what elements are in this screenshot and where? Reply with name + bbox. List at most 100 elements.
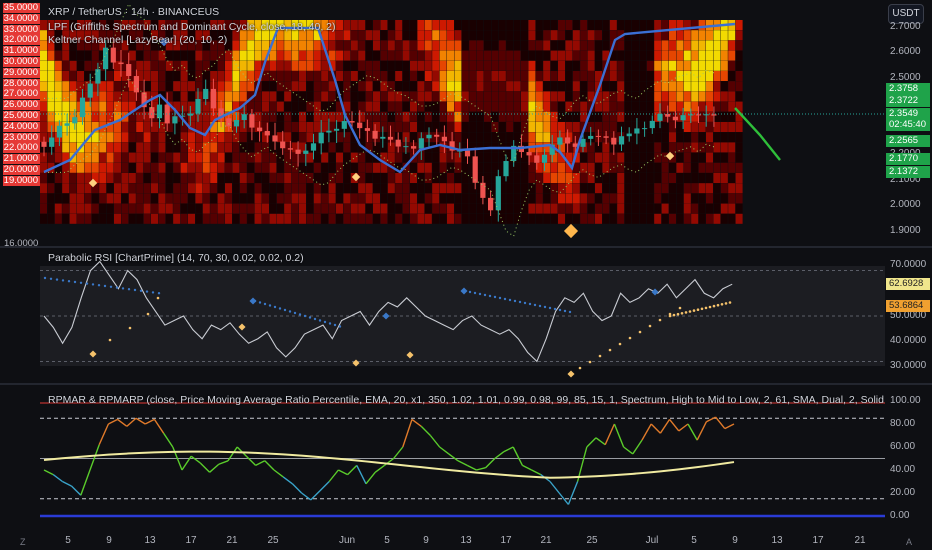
candle-body (72, 117, 78, 124)
price-label: 2.1770 (886, 153, 930, 165)
sar-dot-blue (568, 310, 572, 314)
rpmar-ma (43, 450, 735, 479)
sar-dot-blue (488, 294, 492, 298)
sar-dot (680, 312, 684, 315)
sar-dot (728, 301, 732, 304)
candle-body (541, 154, 548, 163)
rpmar-legend[interactable]: RPMAR & RPMARP (close, Price Moving Aver… (48, 394, 884, 406)
sar-dot-blue (548, 306, 552, 310)
ladder-label: 24.0000 (3, 120, 40, 132)
rpmar-line (199, 462, 211, 473)
rpmar-axis[interactable]: 100.00 80.00 60.00 40.00 20.00 0.00 (884, 386, 932, 532)
sar-dot (696, 308, 700, 311)
candle-body (503, 161, 509, 177)
corner-left-label[interactable]: Z (20, 537, 26, 547)
price-label: 2.3758 (886, 83, 930, 95)
sar-dot (684, 311, 688, 314)
rpmar-line (641, 423, 652, 441)
price-label: 2.1372 (886, 166, 930, 178)
candle-body (434, 134, 440, 137)
sar-dot (700, 307, 704, 311)
rpmar-line (623, 446, 634, 455)
sar-dot (598, 354, 602, 358)
sar-dot-blue (263, 302, 267, 306)
corner-right-label[interactable]: A (906, 537, 912, 547)
time-tick: 9 (106, 535, 112, 546)
ladder-label: 28.0000 (3, 77, 40, 89)
rpmar-line (411, 418, 422, 427)
sar-dot-blue (498, 296, 502, 300)
candle-body (295, 149, 301, 154)
symbol-title[interactable]: XRP / TetherUS · 14h · BINANCEUS (48, 6, 219, 18)
price-axis[interactable]: 2.70002.60002.50002.40002.30002.20002.10… (884, 0, 932, 246)
ladder-label: 23.0000 (3, 131, 40, 143)
rpmar-tick: 40.00 (890, 464, 916, 475)
time-tick: 5 (384, 535, 390, 546)
rpmar-line (696, 421, 708, 441)
sar-dot (708, 305, 712, 309)
rpmar-line (117, 418, 128, 427)
rpmar-line (503, 446, 514, 453)
rpmar-line (402, 419, 413, 448)
rpmar-line (356, 465, 367, 485)
rpmar-line (264, 460, 275, 471)
candle-body (303, 150, 309, 154)
sar-dot-blue (139, 289, 143, 292)
rsi-axis[interactable]: 70.0000 50.0000 40.0000 30.0000 62.6928 53.68… (884, 248, 932, 382)
ladder-label: 32.0000 (3, 34, 40, 46)
indicator-lpf-legend[interactable]: LPF (Griffiths Spectrum and Dominant Cyc… (48, 21, 336, 33)
sar-dot-blue (97, 284, 101, 287)
main-price-pane[interactable]: 35.0000 34.0000 33.0000 32.0000 31.0000 30.00… (0, 0, 932, 249)
candle-body (56, 125, 62, 138)
sar-dot-blue (318, 319, 322, 322)
parabolic-rsi-pane[interactable]: Parabolic RSI [ChartPrime] (14, 70, 30, … (0, 248, 932, 382)
candle-body (695, 114, 702, 116)
ladder-label: 30.0000 (3, 56, 40, 67)
candle-body (649, 120, 655, 129)
sar-dot-blue (258, 301, 262, 304)
sar-dot-blue (528, 302, 532, 306)
sar-dot-blue (67, 280, 71, 283)
rsi-legend[interactable]: Parabolic RSI [ChartPrime] (14, 70, 30, … (48, 252, 304, 264)
time-axis[interactable]: 5 9 13 17 21 25 Jun 5 9 13 17 21 25 Jul 5 9 13 17 21 (0, 532, 932, 550)
sar-dot (716, 303, 720, 307)
sar-dot-blue (328, 322, 332, 325)
rpmar-line (439, 446, 450, 455)
candle-body (595, 135, 601, 137)
rpmar-line (429, 435, 441, 448)
candle-body (611, 137, 617, 145)
price-label: 2.2565 (886, 135, 930, 147)
rpmar-line (678, 423, 689, 432)
candle-body (233, 119, 240, 127)
candle-body (480, 182, 486, 198)
candle-body (226, 118, 232, 127)
sar-dot (146, 312, 150, 316)
sar-dot-blue (288, 310, 292, 313)
sar-dot-blue (121, 287, 125, 290)
candle-body (688, 114, 694, 116)
candle-body (418, 138, 424, 149)
sar-dot-blue (333, 323, 337, 327)
ladder-label: 33.0000 (3, 23, 40, 35)
indicator-keltner-legend[interactable]: Keltner Channel [LazyBear] (20, 10, 2) (48, 34, 227, 46)
candle-body (441, 136, 447, 142)
sar-dot-blue (503, 297, 507, 301)
pane-separator[interactable] (0, 383, 932, 385)
sar-dot-blue (49, 277, 53, 280)
rpmar-line (338, 469, 348, 476)
candle-body (118, 62, 124, 65)
sar-dot (108, 338, 112, 342)
candle-body (372, 130, 378, 139)
candle-body (64, 123, 70, 126)
time-tick: 13 (460, 535, 472, 546)
sar-dot-blue (278, 307, 282, 310)
sar-dot-blue (115, 286, 119, 289)
sar-dot-blue (558, 308, 562, 312)
ladder-label: 31.0000 (3, 45, 40, 57)
rpmar-pane[interactable]: RPMAR & RPMARP (close, Price Moving Aver… (0, 386, 932, 532)
price-tick: 2.5000 (890, 72, 921, 83)
candle-body (241, 114, 247, 120)
rsi-tick: 70.0000 (890, 259, 927, 270)
rpmar-tick: 80.00 (890, 418, 916, 429)
candle-body (380, 136, 386, 139)
